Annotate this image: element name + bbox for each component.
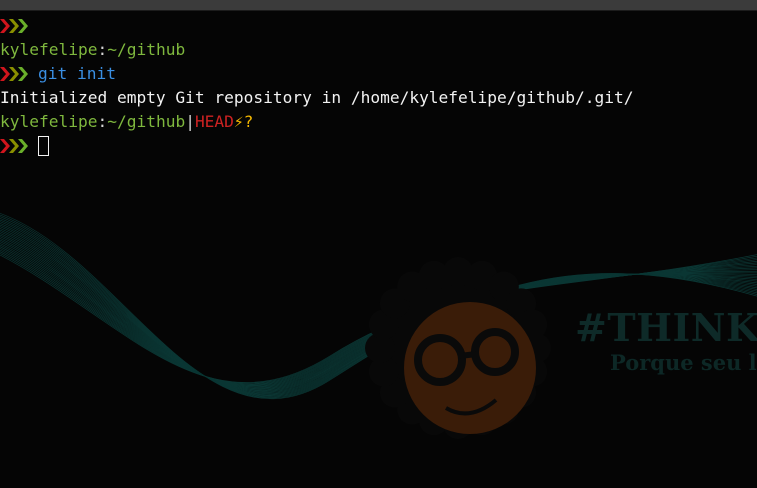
command-output: Initialized empty Git repository in /hom… <box>0 88 634 107</box>
input-line[interactable] <box>0 134 757 158</box>
prompt-separator: : <box>97 112 108 131</box>
prompt-separator: : <box>97 40 108 59</box>
wallpaper-brand-text: #THINK <box>575 305 757 350</box>
git-separator: | <box>185 112 195 131</box>
prompt-context-line-git: kylefelipe: ~/github | HEAD ⚡? <box>0 110 757 134</box>
terminal-window: #THINK Porque seu li kylefelipe: ~/github… <box>0 0 757 488</box>
command-line: git init <box>0 62 757 86</box>
output-line: Initialized empty Git repository in /hom… <box>0 86 757 110</box>
prompt-path: ~/github <box>107 112 186 131</box>
prompt-marker-line <box>0 14 757 38</box>
git-branch: HEAD <box>194 112 234 131</box>
terminal-output[interactable]: kylefelipe: ~/github git init Initialized… <box>0 14 757 158</box>
command-text: git init <box>38 64 116 83</box>
git-status: ? <box>243 112 254 131</box>
triple-chevron-icon <box>0 18 30 34</box>
wallpaper-tagline: Porque seu li <box>610 350 757 375</box>
lightning-bolt-icon: ⚡ <box>233 112 244 131</box>
prompt-user: kylefelipe <box>0 40 98 59</box>
prompt-path: ~/github <box>107 40 186 59</box>
triple-chevron-icon <box>0 66 30 82</box>
triple-chevron-icon <box>0 138 30 154</box>
terminal-cursor[interactable] <box>38 136 49 156</box>
prompt-context-line: kylefelipe: ~/github <box>0 38 757 62</box>
prompt-user: kylefelipe <box>0 112 98 131</box>
